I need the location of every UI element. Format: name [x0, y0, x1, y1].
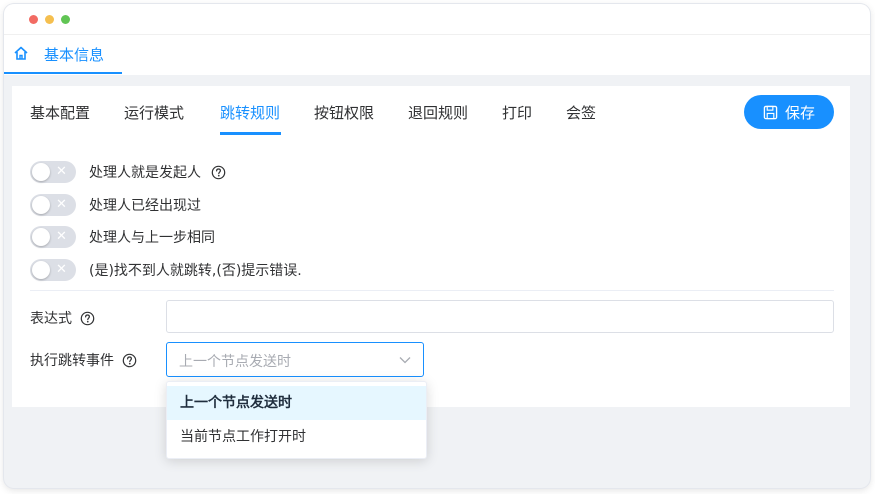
switch-off-icon: ✕ — [56, 262, 67, 277]
tab-print[interactable]: 打印 — [502, 102, 532, 123]
page-tab-bar: 基本信息 — [4, 34, 870, 75]
expression-label-text: 表达式 — [30, 311, 72, 327]
jump-event-placeholder: 上一个节点发送时 — [179, 354, 291, 370]
switch-row-initiator: ✕ 处理人就是发起人 — [30, 161, 226, 183]
save-button-label: 保存 — [784, 103, 815, 122]
switch-off-icon: ✕ — [56, 229, 67, 244]
dropdown-option[interactable]: 上一个节点发送时 — [167, 386, 426, 420]
maximize-window-button[interactable] — [61, 15, 70, 24]
switch-row-jump-if-not-found: ✕ (是)找不到人就跳转,(否)提示错误. — [30, 259, 302, 281]
tab-run-mode[interactable]: 运行模式 — [124, 102, 184, 123]
page-tab-basic-info[interactable]: 基本信息 — [4, 35, 122, 74]
jump-event-label-text: 执行跳转事件 — [30, 353, 114, 369]
switch-label: (是)找不到人就跳转,(否)提示错误. — [89, 263, 302, 279]
tab-return-rules[interactable]: 退回规则 — [408, 102, 468, 123]
switch-row-same-as-previous: ✕ 处理人与上一步相同 — [30, 226, 215, 248]
save-icon — [763, 105, 778, 119]
switch-label: 处理人就是发起人 — [89, 165, 201, 181]
close-window-button[interactable] — [29, 15, 38, 24]
switch-handler-same-as-previous[interactable]: ✕ — [30, 226, 76, 248]
switch-handler-is-initiator[interactable]: ✕ — [30, 161, 76, 183]
switch-knob — [32, 163, 50, 181]
switch-jump-if-not-found[interactable]: ✕ — [30, 259, 76, 281]
config-tabs: 基本配置 运行模式 跳转规则 按钮权限 退回规则 打印 会签 保存 — [12, 86, 850, 138]
tab-button-permissions[interactable]: 按钮权限 — [314, 102, 374, 123]
help-icon[interactable] — [122, 353, 137, 368]
tab-basic-config[interactable]: 基本配置 — [30, 102, 90, 123]
expression-label: 表达式 — [30, 308, 95, 328]
switch-knob — [32, 196, 50, 214]
switch-off-icon: ✕ — [56, 164, 67, 179]
help-icon[interactable] — [211, 165, 226, 180]
app-window: 基本信息 基本配置 运行模式 跳转规则 按钮权限 退回规则 打印 会签 保存 ✕… — [4, 4, 870, 488]
switch-handler-appeared[interactable]: ✕ — [30, 194, 76, 216]
switch-knob — [32, 261, 50, 279]
active-tab-indicator — [220, 132, 281, 135]
config-card: 基本配置 运行模式 跳转规则 按钮权限 退回规则 打印 会签 保存 ✕ 处理人就… — [12, 86, 850, 407]
page-tab-label: 基本信息 — [44, 46, 105, 64]
tab-jump-rules[interactable]: 跳转规则 — [220, 102, 280, 123]
tab-countersign[interactable]: 会签 — [566, 102, 596, 123]
jump-event-label: 执行跳转事件 — [30, 350, 137, 370]
home-icon — [14, 46, 28, 60]
divider — [30, 290, 834, 291]
chevron-down-icon — [399, 357, 411, 364]
window-titlebar — [4, 4, 870, 34]
jump-event-dropdown: 上一个节点发送时 当前节点工作打开时 — [166, 381, 427, 459]
switch-label: 处理人已经出现过 — [89, 198, 201, 214]
switch-off-icon: ✕ — [56, 197, 67, 212]
help-icon[interactable] — [80, 311, 95, 326]
expression-input[interactable] — [166, 300, 834, 333]
switch-label: 处理人与上一步相同 — [89, 230, 215, 246]
switch-row-appeared: ✕ 处理人已经出现过 — [30, 194, 201, 216]
switch-knob — [32, 228, 50, 246]
jump-event-select[interactable]: 上一个节点发送时 — [166, 342, 424, 377]
dropdown-option[interactable]: 当前节点工作打开时 — [167, 420, 426, 454]
save-button[interactable]: 保存 — [744, 95, 834, 129]
minimize-window-button[interactable] — [45, 15, 54, 24]
